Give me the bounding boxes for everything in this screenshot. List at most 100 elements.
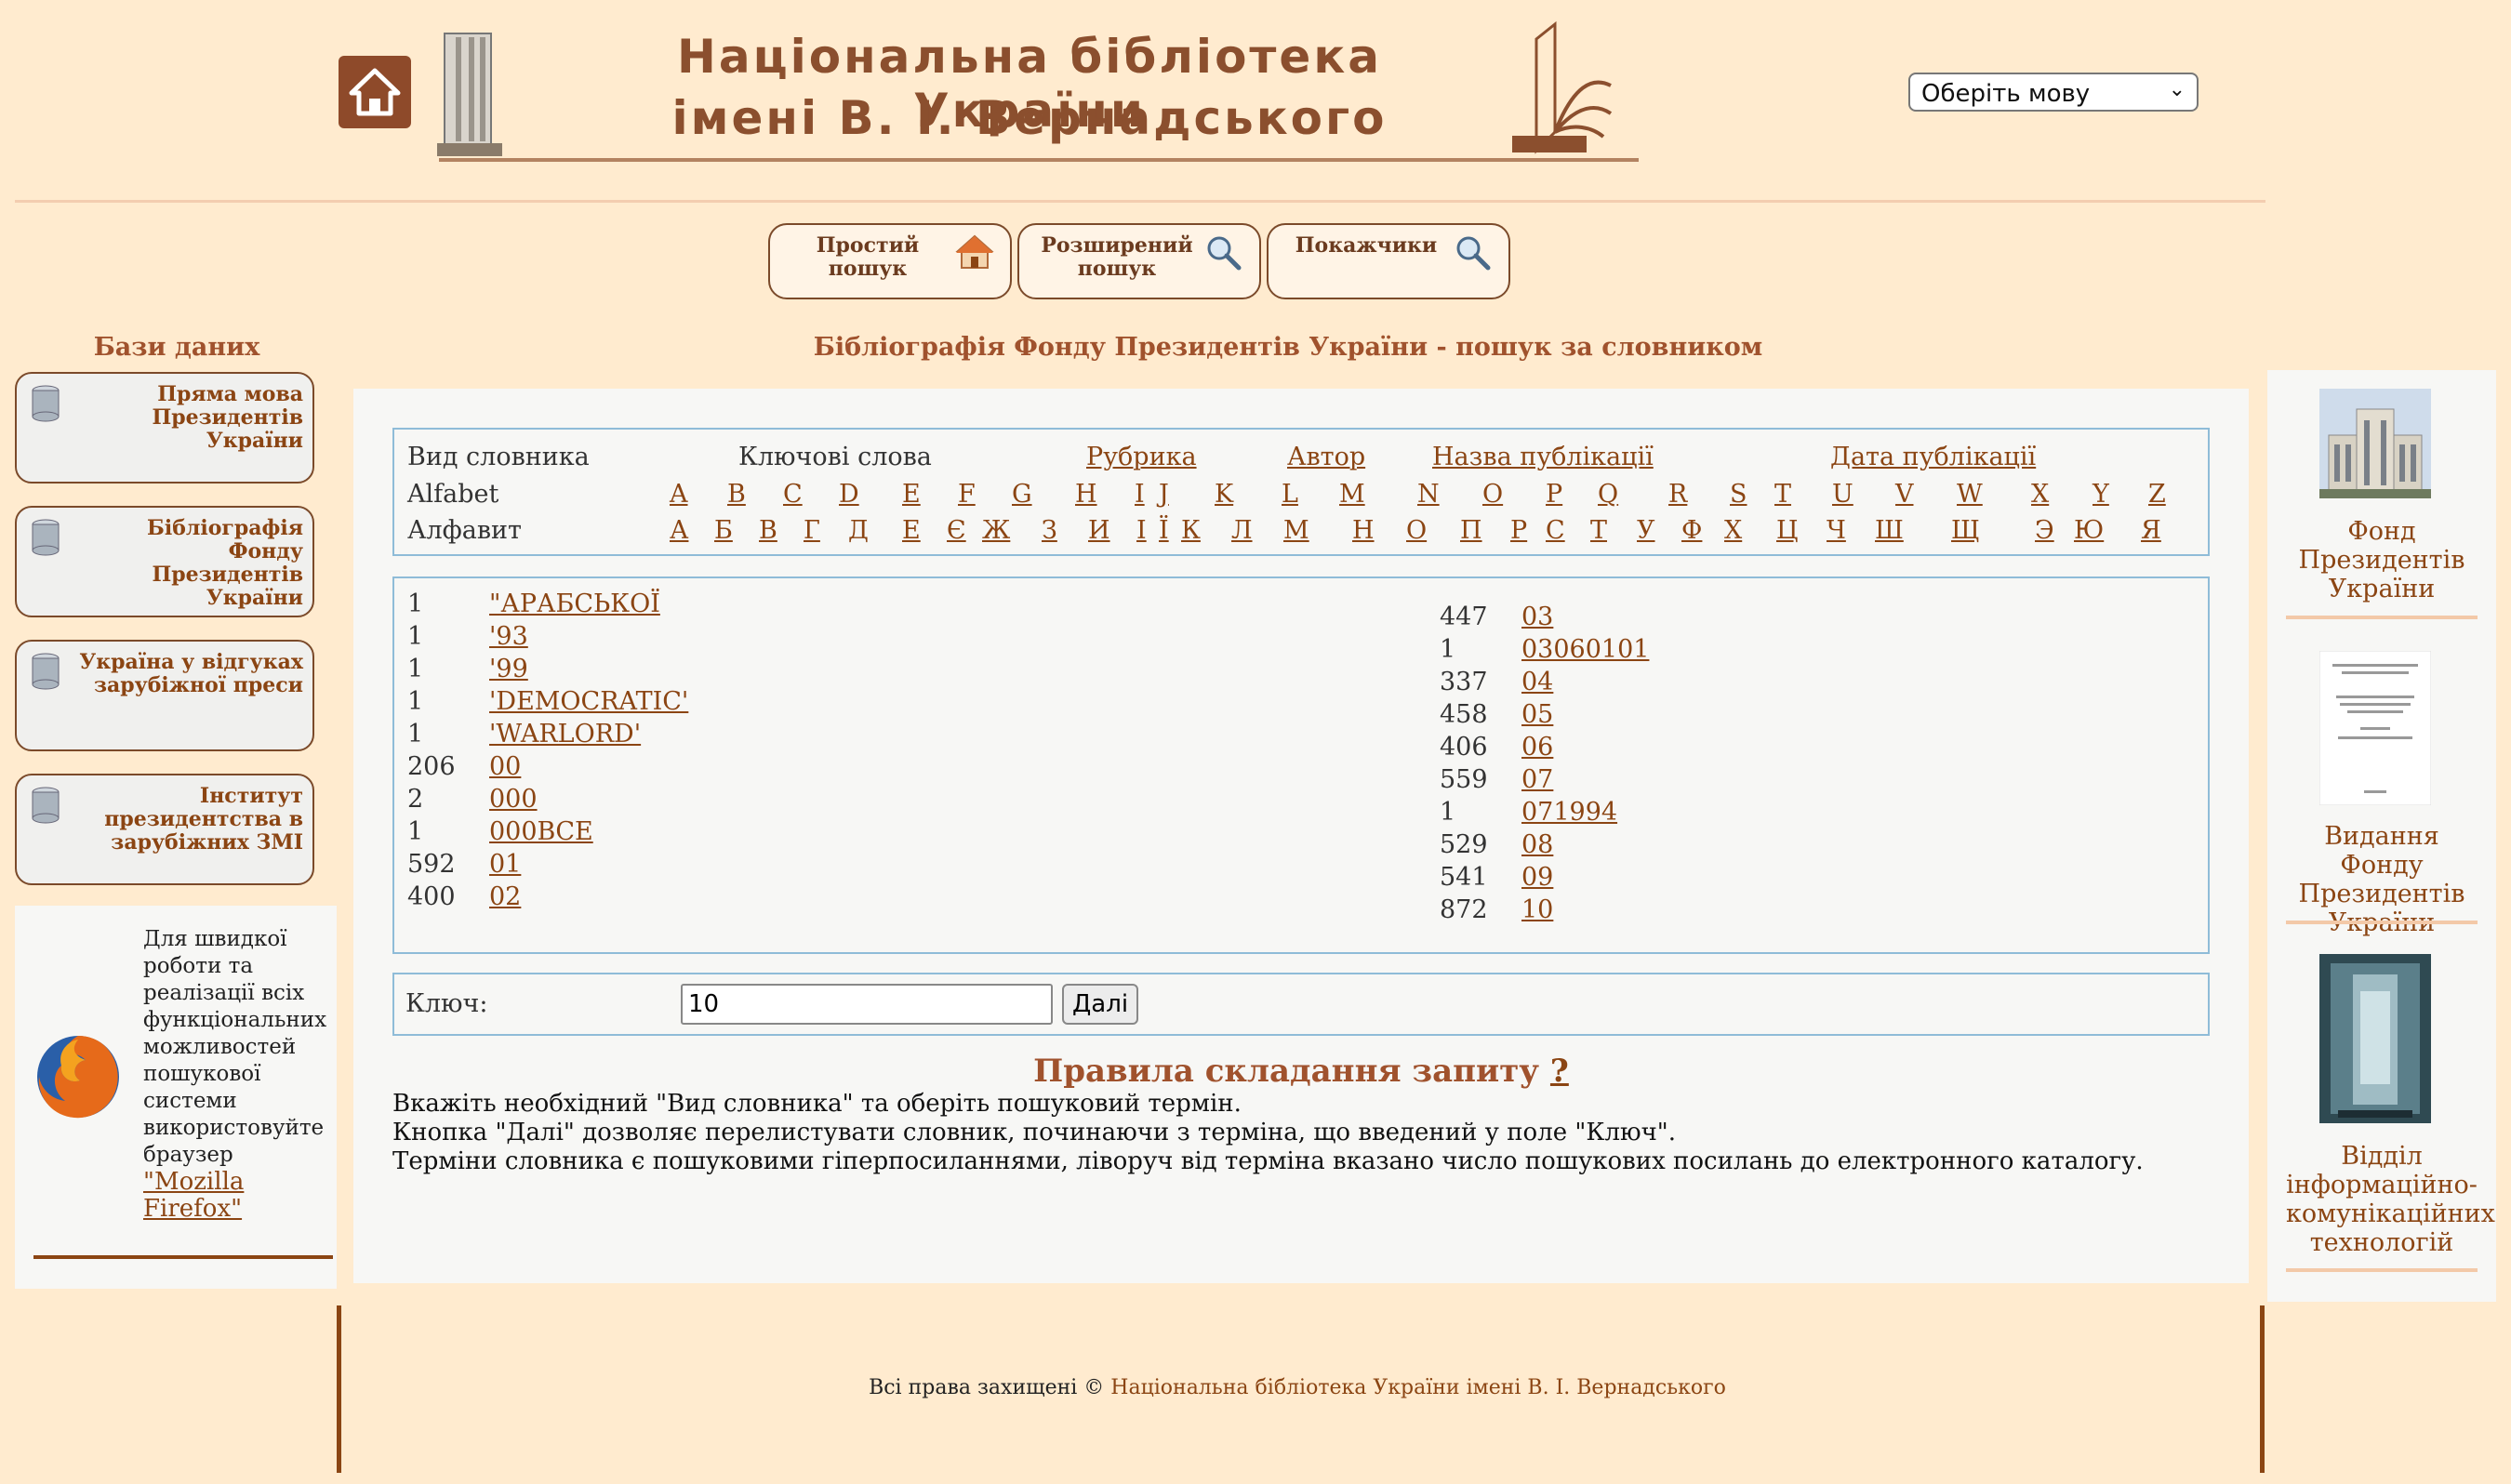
latin-letter-link[interactable]: C: [783, 480, 803, 509]
term-link[interactable]: 000: [489, 785, 538, 814]
cyrillic-letter-link[interactable]: У: [1637, 516, 1655, 545]
author-link[interactable]: Автор: [1287, 443, 1365, 471]
sidebar-item-presidents-speech[interactable]: Пряма мова Президентів України: [15, 372, 314, 484]
language-select[interactable]: Оберіть мову ⌄: [1908, 73, 2199, 112]
right-link-it-department[interactable]: Відділ інформаційно-комунікаційних техно…: [2286, 1142, 2495, 1257]
term-link[interactable]: 10: [1521, 895, 1553, 924]
term-link[interactable]: 071994: [1521, 798, 1617, 827]
cyrillic-letter-link[interactable]: Ф: [1681, 516, 1702, 545]
firefox-link[interactable]: "Mozilla Firefox": [143, 1169, 329, 1223]
cyrillic-letter-link[interactable]: Э: [2035, 516, 2054, 545]
term-link[interactable]: '99: [489, 655, 528, 683]
cyrillic-letter-link[interactable]: М: [1283, 516, 1309, 545]
cyrillic-letter-link[interactable]: К: [1181, 516, 1201, 545]
rubric-link[interactable]: Рубрика: [1086, 443, 1197, 471]
cyrillic-letter-link[interactable]: Ч: [1827, 516, 1846, 545]
footer-library-link[interactable]: Національна бібліотека України імені В. …: [1110, 1376, 1726, 1399]
cyrillic-letter-link[interactable]: Є: [947, 516, 966, 545]
publication-cover-image[interactable]: [2319, 651, 2431, 805]
cyrillic-letter-link[interactable]: Н: [1352, 516, 1375, 545]
presidents-fund-building-image[interactable]: [2319, 389, 2431, 498]
latin-letter-link[interactable]: R: [1668, 480, 1687, 509]
rules-help-link[interactable]: ?: [1550, 1053, 1569, 1090]
term-link[interactable]: "АРАБСЬКОЇ: [489, 590, 660, 618]
key-input[interactable]: [681, 984, 1053, 1025]
latin-letter-link[interactable]: Y: [2092, 480, 2109, 509]
cyrillic-letter-link[interactable]: Д: [848, 516, 869, 545]
term-link[interactable]: 00: [489, 752, 521, 781]
cyrillic-letter-link[interactable]: Ц: [1776, 516, 1799, 545]
term-link[interactable]: 04: [1521, 668, 1553, 696]
latin-letter-link[interactable]: D: [839, 480, 859, 509]
next-button[interactable]: Далі: [1062, 984, 1138, 1025]
cyrillic-letter-link[interactable]: Ш: [1875, 516, 1904, 545]
cyrillic-letter-link[interactable]: И: [1088, 516, 1110, 545]
latin-letter-link[interactable]: F: [958, 480, 976, 509]
right-link-presidents-fund[interactable]: Фонд Президентів України: [2286, 517, 2478, 603]
sidebar-item-bibliography[interactable]: Бібліографія Фонду Президентів України: [15, 506, 314, 617]
term-link[interactable]: 01: [489, 850, 521, 879]
term-link[interactable]: 08: [1521, 830, 1553, 859]
latin-letter-link[interactable]: S: [1730, 480, 1747, 509]
latin-letter-link[interactable]: K: [1215, 480, 1233, 509]
latin-letter-link[interactable]: L: [1282, 480, 1298, 509]
cyrillic-letter-link[interactable]: З: [1042, 516, 1057, 545]
term-link[interactable]: 'DEMOCRATIC': [489, 687, 688, 716]
cyrillic-letter-link[interactable]: І: [1136, 516, 1147, 545]
publication-date-link[interactable]: Дата публікації: [1830, 443, 2036, 471]
latin-letter-link[interactable]: Q: [1598, 480, 1618, 509]
cyrillic-letter-link[interactable]: А: [670, 516, 688, 545]
latin-letter-link[interactable]: G: [1012, 480, 1032, 509]
latin-letter-link[interactable]: E: [902, 480, 921, 509]
cyrillic-letter-link[interactable]: Ю: [2074, 516, 2104, 545]
latin-letter-link[interactable]: O: [1482, 480, 1503, 509]
cyrillic-letter-link[interactable]: Б: [714, 516, 733, 545]
latin-letter-link[interactable]: I: [1135, 480, 1145, 509]
tab-indexes[interactable]: Покажчики: [1267, 223, 1510, 299]
sidebar-item-presidency-institute[interactable]: Інститут президентства в зарубіжних ЗМІ: [15, 774, 314, 885]
term-link[interactable]: 03: [1521, 603, 1553, 631]
latin-letter-link[interactable]: X: [2031, 480, 2049, 509]
latin-letter-link[interactable]: J: [1159, 480, 1169, 509]
latin-letter-link[interactable]: A: [670, 480, 688, 509]
cyrillic-letter-link[interactable]: Е: [902, 516, 921, 545]
cyrillic-letter-link[interactable]: Т: [1590, 516, 1607, 545]
cyrillic-letter-link[interactable]: Ї: [1159, 516, 1169, 545]
latin-letter-link[interactable]: P: [1546, 480, 1562, 509]
tab-simple-search[interactable]: Простий пошук: [768, 223, 1012, 299]
cyrillic-letter-link[interactable]: Г: [804, 516, 820, 545]
firefox-logo-icon[interactable]: [33, 1032, 123, 1121]
term-link[interactable]: 02: [489, 882, 521, 911]
cyrillic-letter-link[interactable]: В: [759, 516, 777, 545]
cyrillic-letter-link[interactable]: Ж: [982, 516, 1010, 545]
sidebar-item-foreign-press[interactable]: Україна у відгуках зарубіжної преси: [15, 640, 314, 751]
cyrillic-letter-link[interactable]: Щ: [1951, 516, 1980, 545]
latin-letter-link[interactable]: Z: [2148, 480, 2166, 509]
latin-letter-link[interactable]: T: [1774, 480, 1791, 509]
cyrillic-letter-link[interactable]: Х: [1724, 516, 1742, 545]
term-link[interactable]: 'WARLORD': [489, 720, 641, 749]
cyrillic-letter-link[interactable]: П: [1460, 516, 1482, 545]
latin-letter-link[interactable]: B: [727, 480, 746, 509]
latin-letter-link[interactable]: H: [1075, 480, 1097, 509]
cyrillic-letter-link[interactable]: Л: [1231, 516, 1253, 545]
tab-advanced-search[interactable]: Розширений пошук: [1017, 223, 1261, 299]
cyrillic-letter-link[interactable]: С: [1546, 516, 1565, 545]
latin-letter-link[interactable]: N: [1417, 480, 1440, 509]
publication-title-link[interactable]: Назва публікації: [1432, 443, 1654, 471]
it-department-image[interactable]: [2319, 954, 2431, 1123]
cyrillic-letter-link[interactable]: О: [1406, 516, 1427, 545]
term-link[interactable]: 07: [1521, 765, 1553, 794]
latin-letter-link[interactable]: W: [1957, 480, 1983, 509]
cyrillic-letter-link[interactable]: Р: [1510, 516, 1527, 545]
latin-letter-link[interactable]: M: [1339, 480, 1365, 509]
home-button[interactable]: [339, 56, 411, 128]
term-link[interactable]: 000ВСЕ: [489, 817, 593, 846]
term-link[interactable]: 09: [1521, 863, 1553, 892]
term-link[interactable]: 03060101: [1521, 635, 1649, 664]
term-link[interactable]: 06: [1521, 733, 1553, 762]
term-link[interactable]: 05: [1521, 700, 1553, 729]
cyrillic-letter-link[interactable]: Я: [2141, 516, 2161, 545]
latin-letter-link[interactable]: U: [1832, 480, 1853, 509]
term-link[interactable]: '93: [489, 622, 528, 651]
